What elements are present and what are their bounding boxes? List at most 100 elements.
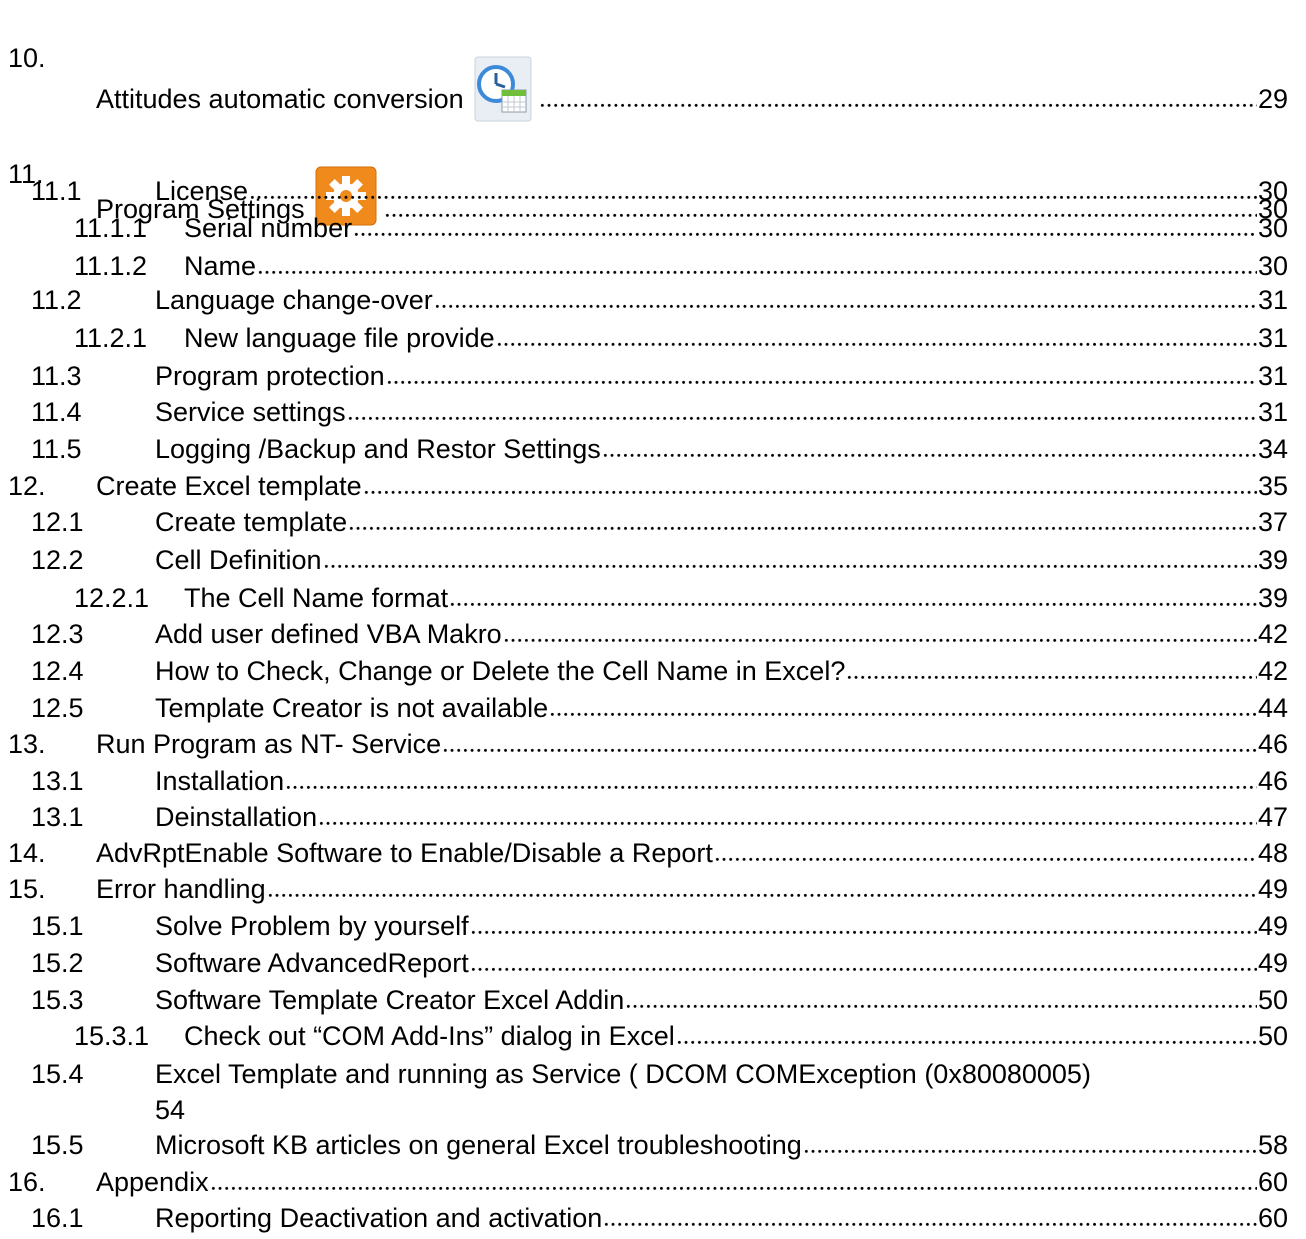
toc-entry-page: 31 [1257, 285, 1288, 315]
toc-entry-title: Installation [155, 766, 285, 796]
toc-entry-number: 10. [8, 43, 46, 73]
toc-entry[interactable]: 11.1.1 Serial number 30 [0, 212, 1306, 244]
toc-entry-page: 49 [1257, 911, 1288, 941]
toc-entry-title: Logging /Backup and Restor Settings [155, 434, 601, 464]
toc-entry-number: 12. [8, 471, 46, 501]
toc-entry-title: Service settings [155, 397, 346, 427]
dot-leader [348, 509, 1257, 531]
dot-leader [433, 287, 1257, 309]
toc-entry-page: 31 [1257, 397, 1288, 427]
dot-leader [625, 987, 1257, 1009]
toc-entry[interactable]: 12. Create Excel template 35 [0, 470, 1306, 502]
dot-leader [385, 363, 1257, 385]
toc-entry-number: 13.1 [31, 766, 84, 796]
toc-entry[interactable]: 11.5 Logging /Backup and Restor Settings 3… [0, 433, 1306, 465]
toc-entry[interactable]: 15.2 Software AdvancedReport 49 [0, 947, 1306, 979]
dot-leader [675, 1023, 1257, 1045]
toc-entry-page: 39 [1257, 545, 1288, 575]
toc-entry-title: Create Excel template [96, 471, 362, 501]
toc-entry-title: Serial number [184, 213, 353, 243]
toc-entry-number: 15.2 [31, 948, 84, 978]
dot-leader [257, 253, 1257, 275]
toc-entry-title: Name [184, 251, 257, 281]
toc-entry-title: Template Creator is not available [155, 693, 549, 723]
toc-entry-title: License [155, 176, 249, 206]
toc-entry-number: 11.1.2 [74, 251, 148, 281]
toc-entry[interactable]: 11.1 License 30 [0, 175, 1306, 207]
toc-entry-page: 49 [1257, 948, 1288, 978]
toc-entry-page: 48 [1257, 838, 1288, 868]
toc-entry-number: 15.3.1 [74, 1021, 150, 1051]
dot-leader [318, 804, 1257, 826]
toc-entry-page: 58 [1257, 1130, 1288, 1160]
toc-entry[interactable]: 12.2.1 The Cell Name format 39 [0, 582, 1306, 614]
toc-entry[interactable]: 10. Attitudes automatic conversion 29 [0, 42, 1306, 122]
toc-entry-number: 11.1 [31, 176, 82, 206]
toc-entry[interactable]: 14. AdvRptEnable Software to Enable/Disab… [0, 837, 1306, 869]
toc-entry-page: 46 [1257, 766, 1288, 796]
dot-leader [442, 731, 1257, 753]
dot-leader [713, 840, 1257, 862]
toc-entry-page: 47 [1257, 802, 1288, 832]
toc-entry-number: 12.3 [31, 619, 84, 649]
toc-entry[interactable]: 15.5 Microsoft KB articles on general Exc… [0, 1129, 1306, 1161]
toc-entry[interactable]: 11.3 Program protection 31 [0, 360, 1306, 392]
toc-entry-number: 13.1 [31, 802, 84, 832]
dot-leader [603, 1205, 1257, 1227]
toc-entry-page: 35 [1257, 471, 1288, 501]
dot-leader [249, 178, 1257, 200]
toc-entry[interactable]: 11.2.1 New language file provide 31 [0, 322, 1306, 354]
dot-leader [469, 950, 1257, 972]
toc-entry[interactable]: 16.1 Reporting Deactivation and activatio… [0, 1202, 1306, 1234]
toc-entry-number: 15.3 [31, 985, 84, 1015]
toc-entry-page: 30 [1257, 213, 1288, 243]
toc-entry[interactable]: 15.4 Excel Template and running as Servic… [0, 1058, 1306, 1125]
toc-entry-page: 50 [1257, 985, 1288, 1015]
toc-entry[interactable]: 13.1 Installation 46 [0, 765, 1306, 797]
toc-entry-number: 15.4 [31, 1059, 84, 1089]
toc-entry-number: 12.2.1 [74, 583, 150, 613]
toc-entry-page: 39 [1257, 583, 1288, 613]
toc-entry-title: Add user defined VBA Makro [155, 619, 502, 649]
dot-leader [469, 913, 1257, 935]
toc-entry-number: 12.1 [31, 507, 84, 537]
toc-entry-page: 29 [1257, 84, 1288, 114]
toc-entry[interactable]: 11.4 Service settings 31 [0, 396, 1306, 428]
toc-entry[interactable]: 12.5 Template Creator is not available 44 [0, 692, 1306, 724]
toc-entry-title: Check out “COM Add-Ins” dialog in Excel [184, 1021, 675, 1051]
toc-entry-page: 49 [1257, 874, 1288, 904]
toc-entry-title: Software AdvancedReport [155, 948, 469, 978]
toc-entry-page: 44 [1257, 693, 1288, 723]
toc-entry[interactable]: 16. Appendix 60 [0, 1166, 1306, 1198]
dot-leader [601, 436, 1257, 458]
toc-entry[interactable]: 12.2 Cell Definition 39 [0, 544, 1306, 576]
toc-entry-title: Microsoft KB articles on general Excel t… [155, 1130, 802, 1160]
toc-entry[interactable]: 15.1 Solve Problem by yourself 49 [0, 910, 1306, 942]
toc-entry[interactable]: 12.1 Create template 37 [0, 506, 1306, 538]
toc-entry[interactable]: 12.3 Add user defined VBA Makro 42 [0, 618, 1306, 650]
toc-entry-page: 60 [1257, 1167, 1288, 1197]
toc-entry[interactable]: 13. Run Program as NT- Service 46 [0, 728, 1306, 760]
toc-entry-page: 50 [1257, 1021, 1288, 1051]
toc-entry[interactable]: 13.1 Deinstallation 47 [0, 801, 1306, 833]
toc-entry[interactable]: 12.4 How to Check, Change or Delete the C… [0, 655, 1306, 687]
toc-entry-title: Program protection [155, 361, 385, 391]
dot-leader [266, 876, 1257, 898]
toc-entry[interactable]: 15.3.1 Check out “COM Add-Ins” dialog in … [0, 1020, 1306, 1052]
toc-entry-page: 31 [1257, 361, 1288, 391]
toc-entry[interactable]: 15. Error handling 49 [0, 873, 1306, 905]
toc-entry-page: 34 [1257, 434, 1288, 464]
toc-entry-title: Deinstallation [155, 802, 318, 832]
toc-entry-title: Excel Template and running as Service ( … [155, 1059, 1091, 1089]
toc-entry-number: 15.1 [31, 911, 84, 941]
toc-entry-page: 42 [1257, 656, 1288, 686]
toc-entry-title: Create template [155, 507, 348, 537]
toc-entry[interactable]: 11.2 Language change-over 31 [0, 284, 1306, 316]
toc-entry[interactable]: 15.3 Software Template Creator Excel Addi… [0, 984, 1306, 1016]
dot-leader [449, 585, 1257, 607]
toc-entry[interactable]: 11.1.2 Name 30 [0, 250, 1306, 282]
toc-entry-page: 54 [155, 1095, 186, 1125]
toc-entry-number: 14. [8, 838, 46, 868]
dot-leader [846, 658, 1257, 680]
toc-entry-number: 11.2 [31, 285, 82, 315]
